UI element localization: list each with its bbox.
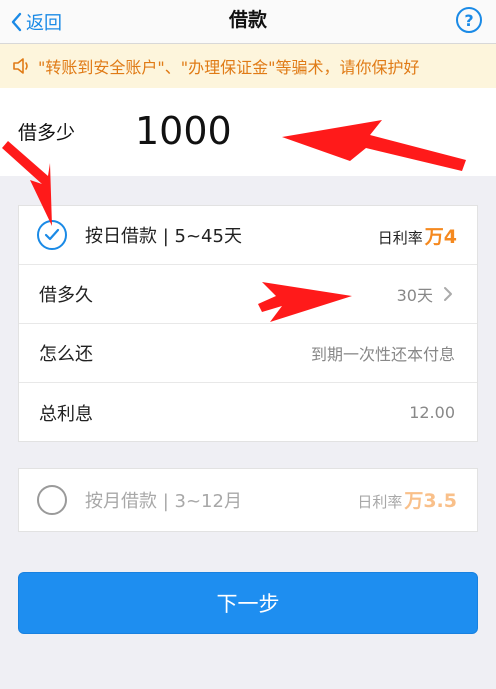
daily-rate-label: 日利率 (377, 228, 423, 247)
daily-plan-radio[interactable] (37, 220, 67, 250)
next-step-button[interactable]: 下一步 (18, 572, 478, 634)
daily-rate-value: 万4 (424, 225, 457, 248)
repayment-method-label: 怎么还 (39, 344, 93, 365)
repayment-method-value: 到期一次性还本付息 (310, 345, 455, 364)
monthly-plan-radio[interactable] (37, 484, 67, 515)
back-button[interactable]: 返回 (10, 7, 62, 37)
repayment-method-row: 怎么还 到期一次性还本付息 (19, 324, 477, 383)
total-interest-row: 总利息 12.00 (19, 383, 477, 442)
monthly-rate-label: 日利率 (357, 493, 403, 511)
checkmark-icon (44, 228, 60, 241)
total-interest-value: 12.00 (409, 403, 455, 422)
speaker-icon (13, 58, 28, 74)
monthly-plan-option[interactable]: 按月借款 | 3~12月 日利率 万3.5 (19, 470, 477, 529)
page-title: 借款 (228, 9, 267, 31)
loan-term-label: 借多久 (39, 285, 93, 306)
daily-plan-card: 按日借款 | 5~45天 日利率 万4 借多久 30天 怎么还 到期一次性还本付… (18, 205, 478, 442)
notice-text: "转账到安全账户"、"办理保证金"等骗术，请你保护好 (38, 58, 420, 77)
loan-term-text: 30天 (396, 286, 433, 305)
help-icon[interactable]: ? (456, 7, 482, 33)
amount-input[interactable] (135, 106, 435, 156)
amount-label: 借多少 (18, 122, 76, 144)
daily-plan-label: 按日借款 | 5~45天 (85, 226, 242, 247)
loan-term-value: 30天 (397, 282, 455, 306)
monthly-plan-label: 按月借款 | 3~12月 (85, 490, 242, 512)
back-label: 返回 (26, 13, 62, 34)
monthly-rate-value: 万3.5 (404, 490, 457, 512)
loan-term-row[interactable]: 借多久 30天 (19, 265, 477, 324)
chevron-left-icon (11, 12, 22, 32)
notice-bar: "转账到安全账户"、"办理保证金"等骗术，请你保护好 (0, 44, 496, 88)
chevron-right-icon (444, 287, 452, 301)
monthly-plan-card: 按月借款 | 3~12月 日利率 万3.5 (18, 468, 478, 532)
total-interest-label: 总利息 (39, 403, 93, 425)
daily-plan-option[interactable]: 按日借款 | 5~45天 日利率 万4 (19, 206, 477, 265)
daily-rate: 日利率 万4 (378, 222, 457, 249)
nav-bar: 返回 借款 ? (0, 0, 496, 44)
monthly-rate: 日利率 万3.5 (357, 486, 457, 513)
amount-section: 借多少 (0, 88, 496, 176)
